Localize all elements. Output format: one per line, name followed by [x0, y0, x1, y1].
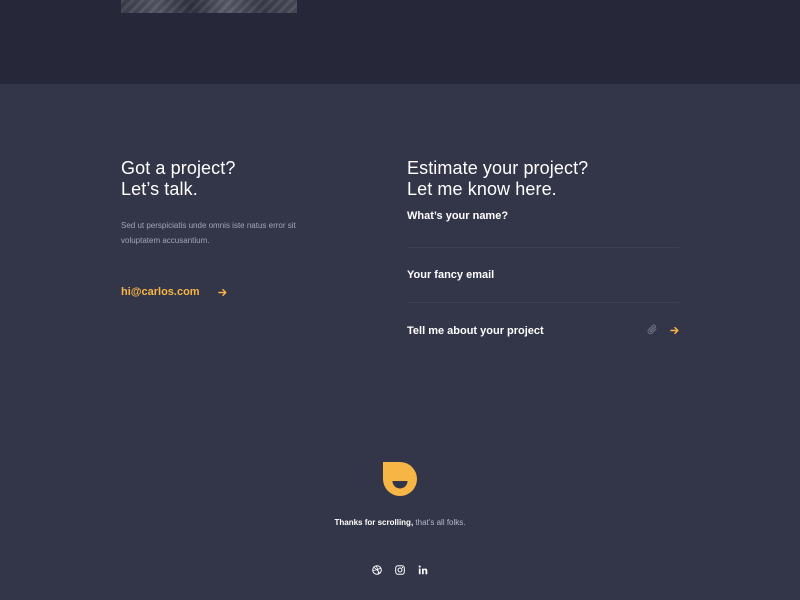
email-link[interactable]: hi@carlos.com: [121, 286, 200, 298]
contact-heading: Got a project? Let’s talk.: [121, 158, 321, 200]
contact-heading-line2: Let’s talk.: [121, 179, 198, 199]
estimate-form: Estimate your project? Let me know here.…: [407, 158, 679, 358]
project-field-label: Tell me about your project: [407, 324, 544, 337]
previous-section: [0, 0, 800, 84]
paperclip-icon[interactable]: [647, 322, 658, 340]
footer-thanks-rest: that’s all folks.: [413, 518, 466, 527]
form-heading-line2: Let me know here.: [407, 179, 557, 199]
dribbble-icon[interactable]: [372, 565, 382, 575]
submit-arrow-icon[interactable]: [670, 322, 679, 340]
portfolio-image: [121, 0, 297, 13]
contact-section: Got a project? Let’s talk. Sed ut perspi…: [121, 158, 321, 248]
form-heading: Estimate your project? Let me know here.: [407, 158, 679, 200]
email-link-row[interactable]: hi@carlos.com: [121, 286, 227, 298]
contact-heading-line1: Got a project?: [121, 158, 236, 178]
name-field[interactable]: What’s your name?: [407, 210, 679, 248]
arrow-right-icon[interactable]: [217, 288, 227, 297]
name-field-label: What’s your name?: [407, 210, 509, 222]
email-field[interactable]: Your fancy email: [407, 248, 679, 303]
project-field-actions: [647, 322, 679, 340]
social-links: [0, 565, 800, 575]
instagram-icon[interactable]: [395, 565, 405, 575]
project-field[interactable]: Tell me about your project: [407, 303, 679, 358]
form-heading-line1: Estimate your project?: [407, 158, 589, 178]
email-field-label: Your fancy email: [407, 269, 495, 281]
contact-description: Sed ut perspiciatis unde omnis iste natu…: [121, 221, 296, 245]
footer-thanks-bold: Thanks for scrolling,: [334, 518, 414, 527]
footer-thanks: Thanks for scrolling, that’s all folks.: [0, 518, 800, 527]
linkedin-icon[interactable]: [418, 565, 428, 575]
footer-logo[interactable]: [383, 462, 417, 496]
